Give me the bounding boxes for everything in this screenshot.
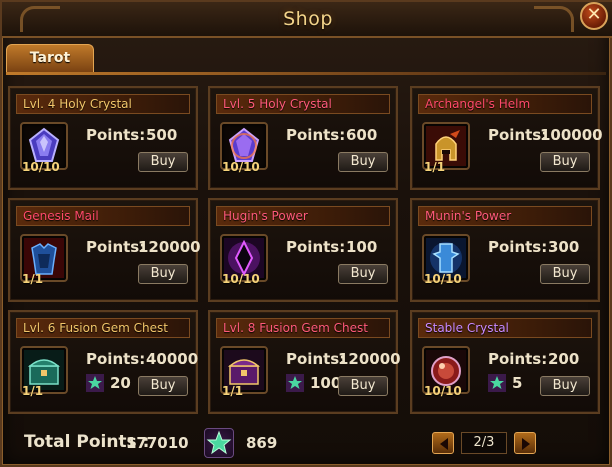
chevron-left-icon — [440, 438, 448, 450]
prev-page-button[interactable] — [432, 432, 454, 454]
points-label: Points: — [488, 350, 548, 368]
buy-button[interactable]: Buy — [338, 376, 388, 396]
buy-button[interactable]: Buy — [540, 264, 590, 284]
points-label: Points: — [286, 238, 346, 256]
points-label: Points: — [286, 126, 346, 144]
points-label: Points: — [488, 126, 548, 144]
item-star-cost: 100 — [310, 374, 342, 392]
item-points: 500 — [146, 126, 178, 144]
buy-button[interactable]: Buy — [338, 264, 388, 284]
item-stock: 10/10 — [222, 272, 260, 286]
item-name: Lvl. 5 Holy Crystal — [223, 97, 332, 111]
item-name-bar: Lvl. 4 Holy Crystal — [16, 94, 190, 114]
item-name-bar: Archangel's Helm — [418, 94, 592, 114]
item-star-cost: 20 — [110, 374, 131, 392]
item-name: Genesis Mail — [23, 209, 99, 223]
item-stock: 10/10 — [424, 272, 462, 286]
item-stock: 10/10 — [22, 160, 60, 174]
item-name: Lvl. 4 Holy Crystal — [23, 97, 132, 111]
item-points: 100000 — [540, 126, 603, 144]
item-points: 600 — [346, 126, 378, 144]
item-name-bar: Lvl. 8 Fusion Gem Chest — [216, 318, 390, 338]
buy-button[interactable]: Buy — [138, 152, 188, 172]
shop-item-card: Genesis Mail Points: 120000 1/1 Buy — [8, 198, 201, 302]
item-name: Stable Crystal — [425, 321, 509, 335]
item-stock: 1/1 — [424, 160, 446, 174]
item-points: 120000 — [338, 350, 401, 368]
star-currency-icon — [286, 374, 304, 392]
item-stock: 1/1 — [22, 272, 44, 286]
chevron-right-icon — [522, 438, 530, 450]
item-points: 40000 — [146, 350, 199, 368]
points-label: Points: — [488, 238, 548, 256]
item-star-cost: 5 — [512, 374, 523, 392]
shop-window: Shop ✕ Tarot Lvl. 4 Holy Crystal Points:… — [0, 0, 612, 467]
item-stock: 1/1 — [222, 384, 244, 398]
shop-item-card: Lvl. 6 Fusion Gem Chest Points: 40000 20… — [8, 310, 198, 414]
item-name-bar: Hugin's Power — [216, 206, 390, 226]
item-points: 300 — [548, 238, 580, 256]
item-name-bar: Lvl. 6 Fusion Gem Chest — [16, 318, 190, 338]
shop-item-card: Munin's Power Points: 300 10/10 Buy — [410, 198, 600, 302]
star-currency-icon — [488, 374, 506, 392]
item-name: Lvl. 8 Fusion Gem Chest — [223, 321, 368, 335]
star-currency-icon — [204, 428, 234, 458]
item-name-bar: Lvl. 5 Holy Crystal — [216, 94, 390, 114]
item-stock: 1/1 — [22, 384, 44, 398]
shop-item-card: Lvl. 4 Holy Crystal Points: 500 10/10 Bu… — [8, 86, 198, 190]
points-label: Points: — [86, 238, 146, 256]
shop-item-card: Archangel's Helm Points: 100000 1/1 Buy — [410, 86, 603, 190]
page-indicator: 2/3 — [461, 432, 507, 454]
points-label: Points: — [86, 350, 146, 368]
item-name-bar: Stable Crystal — [418, 318, 592, 338]
item-name-bar: Munin's Power — [418, 206, 592, 226]
total-points-value: 177010 — [126, 434, 189, 452]
item-name: Archangel's Helm — [425, 97, 531, 111]
item-name: Hugin's Power — [223, 209, 308, 223]
buy-button[interactable]: Buy — [138, 376, 188, 396]
star-balance: 869 — [246, 434, 278, 452]
buy-button[interactable]: Buy — [540, 152, 590, 172]
item-stock: 10/10 — [424, 384, 462, 398]
shop-item-card: Hugin's Power Points: 100 10/10 Buy — [208, 198, 398, 302]
item-points: 100 — [346, 238, 378, 256]
item-name: Lvl. 6 Fusion Gem Chest — [23, 321, 168, 335]
item-grid: Lvl. 4 Holy Crystal Points: 500 10/10 Bu… — [2, 2, 612, 467]
shop-item-card: Lvl. 5 Holy Crystal Points: 600 10/10 Bu… — [208, 86, 398, 190]
item-points: 120000 — [138, 238, 201, 256]
buy-button[interactable]: Buy — [338, 152, 388, 172]
points-label: Points: — [286, 350, 346, 368]
shop-item-card: Stable Crystal Points: 200 5 10/10 Buy — [410, 310, 600, 414]
item-name: Munin's Power — [425, 209, 512, 223]
item-points: 200 — [548, 350, 580, 368]
shop-item-card: Lvl. 8 Fusion Gem Chest Points: 120000 1… — [208, 310, 401, 414]
item-name-bar: Genesis Mail — [16, 206, 190, 226]
next-page-button[interactable] — [514, 432, 536, 454]
points-label: Points: — [86, 126, 146, 144]
item-stock: 10/10 — [222, 160, 260, 174]
star-currency-icon — [86, 374, 104, 392]
buy-button[interactable]: Buy — [540, 376, 590, 396]
buy-button[interactable]: Buy — [138, 264, 188, 284]
